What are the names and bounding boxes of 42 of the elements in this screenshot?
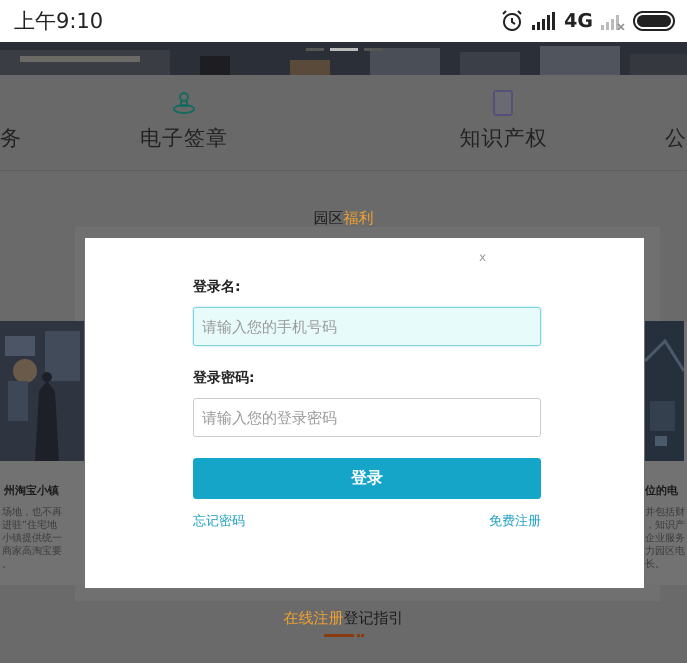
section-title-accent: 福利 [344,209,374,227]
stamp-icon [170,90,197,116]
field-label: 登录密码: [193,369,256,387]
card-text: 小镇提供统一 [1,532,63,545]
card-text: 进驻”住宅地 [1,519,58,532]
section-title: 园区 [314,209,344,227]
card-text: 。 [1,558,13,571]
card-text: 力园区电 [645,545,686,558]
signal-icon [532,12,556,30]
heading-accent: 在线注册 [284,609,344,627]
nav-item[interactable]: 电子签章 [24,75,344,170]
news-card[interactable]: 州淘宝小镇 场地，也不再 进驻”住宅地 小镇提供统一 商家高淘宝要 。 [0,321,84,585]
field-label: 登录名: [193,278,242,296]
alarm-icon [500,9,524,33]
card-title: 位的电 [645,483,679,498]
card-text: 场地，也不再 [1,506,63,519]
heading-underline [324,634,364,637]
forgot-password-link[interactable]: 忘记密码 [193,512,245,530]
section-title: 登记指引 [344,609,404,627]
slide-indicator[interactable] [330,48,358,51]
register-link[interactable]: 免费注册 [489,512,541,530]
card-text: 商家高淘宝要 [1,545,63,558]
slide-indicator[interactable] [364,48,382,51]
card-title: 州淘宝小镇 [3,483,60,498]
news-card[interactable]: 位的电 并包括财 ，知识产 企业服务 力园区电 长。 [645,321,687,585]
tablet-icon [493,90,514,116]
network-type: 4G [564,10,593,32]
nav-item[interactable]: 务 [0,75,24,170]
input-field[interactable]: 请输入您的手机号码 [193,307,541,346]
clock-time: 上午9:10 [14,8,104,35]
nav-item[interactable]: 公 [663,75,687,170]
card-text: 长。 [645,558,666,571]
card-text: 并包括财 [645,506,686,519]
login-button[interactable]: 登录 [193,458,541,499]
close-button[interactable]: x [477,248,488,266]
signal-icon [601,12,625,30]
battery-icon [633,11,675,31]
card-text: 企业服务 [645,532,686,545]
input-field[interactable]: 请输入您的登录密码 [193,398,541,437]
card-text: ，知识产 [645,519,686,532]
nav-item[interactable]: 知识产权 [344,75,663,170]
slide-indicator[interactable] [306,48,324,51]
